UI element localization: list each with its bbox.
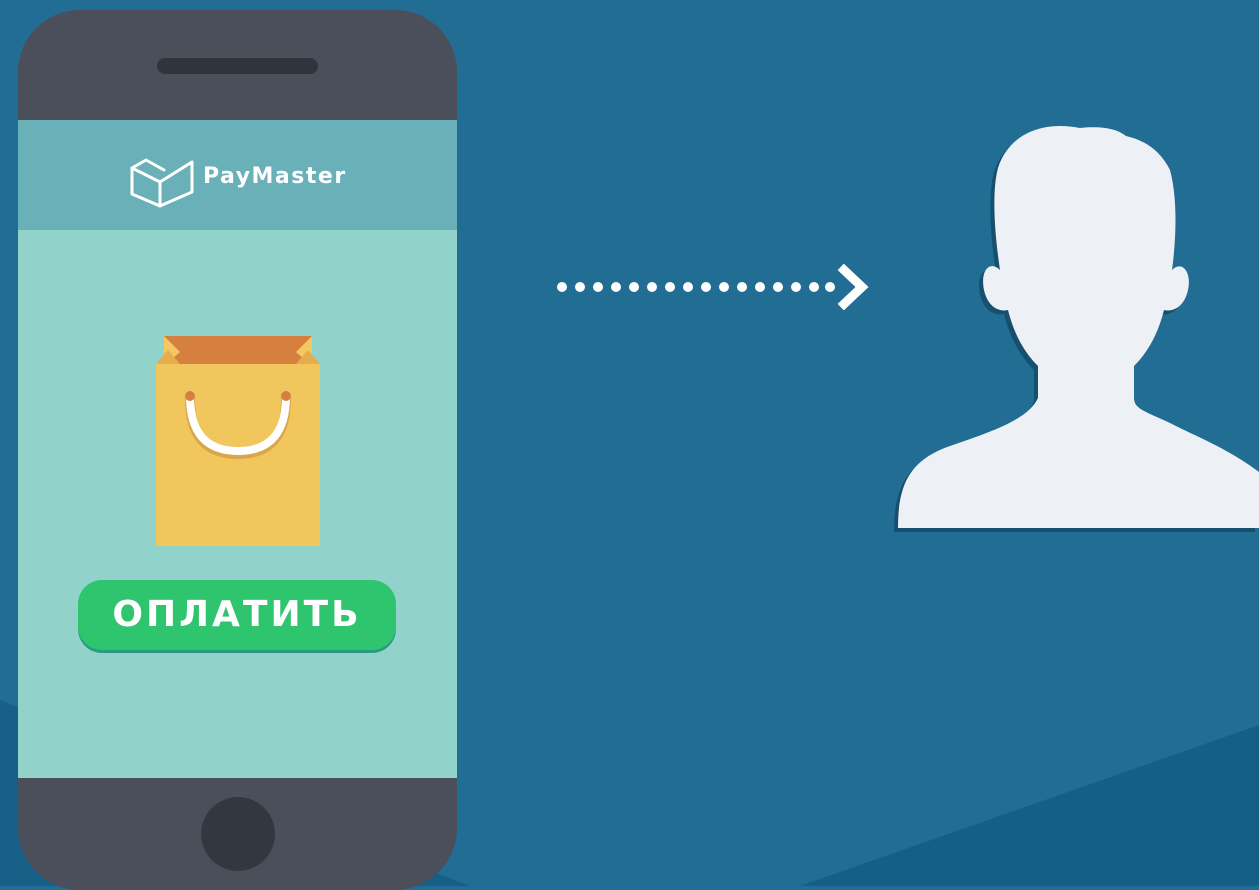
paymaster-logo-icon bbox=[130, 158, 194, 208]
brand-name: PayMaster bbox=[203, 164, 347, 189]
phone-screen: PayMaster ОПЛАТИТЬ bbox=[18, 120, 457, 778]
pay-button[interactable]: ОПЛАТИТЬ bbox=[78, 580, 396, 650]
phone-speaker bbox=[157, 58, 318, 74]
phone-home-button[interactable] bbox=[201, 797, 275, 871]
phone: PayMaster ОПЛАТИТЬ bbox=[18, 10, 457, 890]
app-header: PayMaster bbox=[18, 120, 457, 230]
dotted-arrow-right-icon bbox=[557, 264, 869, 310]
user-silhouette-icon bbox=[894, 125, 1259, 532]
shopping-bag-icon bbox=[156, 336, 320, 546]
